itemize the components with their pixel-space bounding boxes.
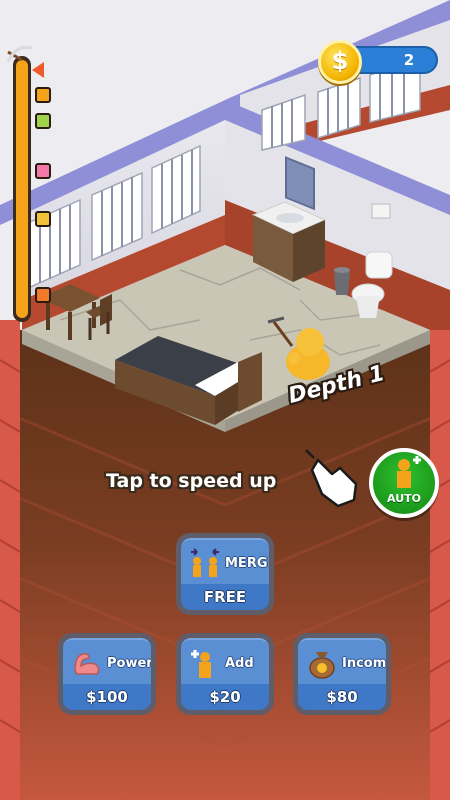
power-price: $100 [86,688,128,706]
merge-label: MERGE [225,556,269,571]
add-price: $20 [209,688,241,706]
income-button[interactable]: Income $80 [293,633,391,715]
income-price: $80 [326,688,358,706]
left-rock-strip [0,320,20,800]
merge-button[interactable]: MERGE FREE [176,533,274,615]
power-label: Power [107,656,151,671]
merge-workers-icon [191,548,219,577]
right-rock-strip [430,320,450,800]
coin-symbol: $ [331,47,349,75]
coin-counter: 2 $ [318,40,440,84]
money-bag-icon [309,652,335,679]
income-label: Income [342,656,386,671]
income-button-face: Income $80 [298,638,386,710]
wall-dispenser [371,203,391,219]
merge-price: FREE [203,588,247,606]
depth-marker-3-icon [35,163,51,179]
power-button[interactable]: Power $100 [58,633,156,715]
depth-marker-2-icon [35,113,51,129]
depth-marker-1-icon [35,87,51,103]
depth-marker-5-icon [35,287,51,303]
add-worker-button[interactable]: Add $20 [176,633,274,715]
add-worker-icon [191,650,211,678]
depth-marker-4-icon [35,211,51,227]
auto-label: AUTO [387,492,421,505]
tap-hint: Tap to speed up [106,470,277,492]
depth-progress-bar [13,56,31,322]
power-button-face: Power $100 [63,638,151,710]
flexed-arm-icon [74,653,100,675]
coin-icon: $ [318,40,362,84]
auto-button[interactable]: AUTO [369,448,439,518]
trash-can [334,267,350,295]
worker-plus-icon [397,456,421,488]
add-label: Add [225,656,254,671]
add-button-face: Add $20 [181,638,269,710]
merge-button-face: MERGE FREE [181,538,269,610]
coin-value: 2 [403,51,415,69]
